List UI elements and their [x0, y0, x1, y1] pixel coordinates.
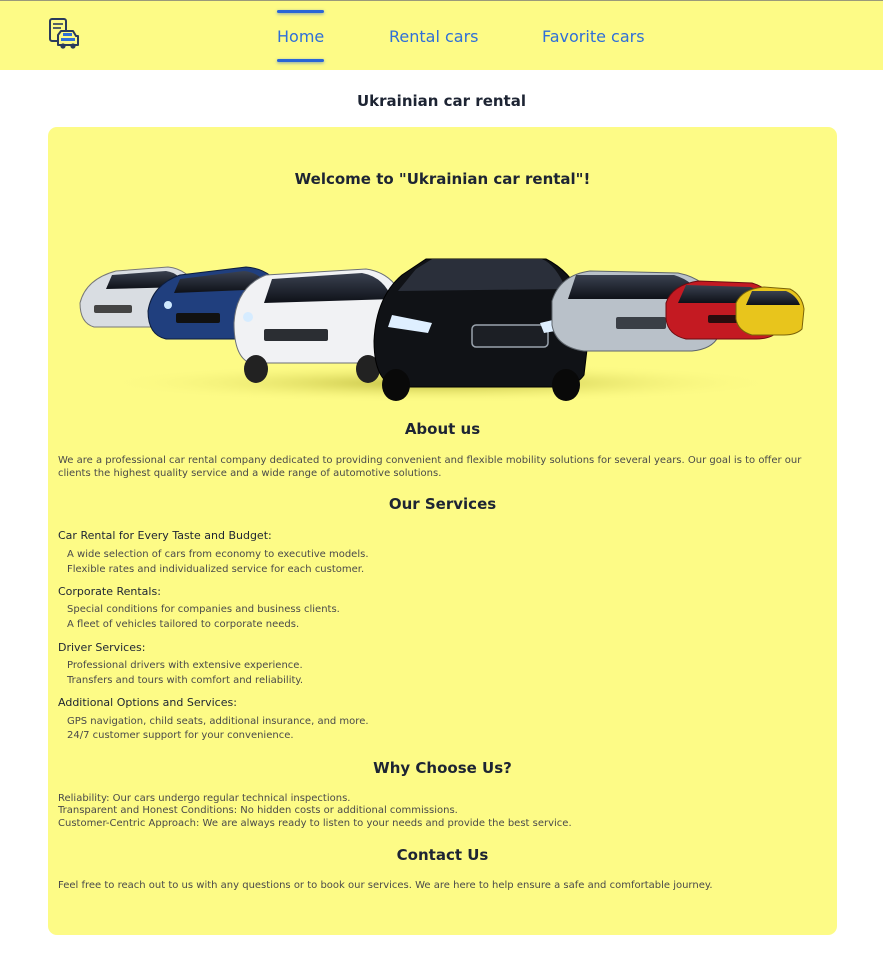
service-item: GPS navigation, child seats, additional … — [67, 716, 369, 727]
contact-text: Feel free to reach out to us with any qu… — [58, 880, 713, 891]
why-item: Transparent and Honest Conditions: No hi… — [58, 805, 458, 816]
service-item: Flexible rates and individualized servic… — [67, 564, 365, 575]
service-item: A wide selection of cars from economy to… — [67, 549, 369, 560]
nav-home[interactable]: Home — [277, 10, 325, 62]
service-item: Special conditions for companies and bus… — [67, 604, 340, 615]
about-text: We are a professional car rental company… — [58, 455, 802, 479]
nav-favorite-cars[interactable]: Favorite cars — [542, 27, 645, 47]
service-item: Professional drivers with extensive expe… — [67, 660, 303, 671]
home-content-card: Welcome to "Ukrainian car rental"! About… — [48, 127, 837, 935]
service-group-title: Car Rental for Every Taste and Budget: — [58, 529, 272, 542]
why-item: Customer-Centric Approach: We are always… — [58, 818, 572, 829]
service-group-title: Additional Options and Services: — [58, 696, 237, 709]
service-item: 24/7 customer support for your convenien… — [67, 730, 294, 741]
page-title: Ukrainian car rental — [357, 92, 526, 110]
why-heading: Why Choose Us? — [373, 759, 512, 777]
service-item: A fleet of vehicles tailored to corporat… — [67, 619, 300, 630]
welcome-heading: Welcome to "Ukrainian car rental"! — [294, 170, 591, 188]
service-group-title: Driver Services: — [58, 641, 146, 654]
service-group-title: Corporate Rentals: — [58, 585, 161, 598]
about-heading: About us — [404, 420, 481, 438]
contact-heading: Contact Us — [396, 846, 489, 864]
why-item: Reliability: Our cars undergo regular te… — [58, 793, 351, 804]
main-nav: Home Rental cars Favorite cars — [0, 1, 883, 71]
cars-lineup-image — [79, 258, 805, 403]
service-item: Transfers and tours with comfort and rel… — [67, 675, 304, 686]
services-heading: Our Services — [388, 495, 497, 513]
top-navigation-bar: Home Rental cars Favorite cars — [0, 0, 883, 70]
nav-rental-cars[interactable]: Rental cars — [389, 27, 479, 47]
